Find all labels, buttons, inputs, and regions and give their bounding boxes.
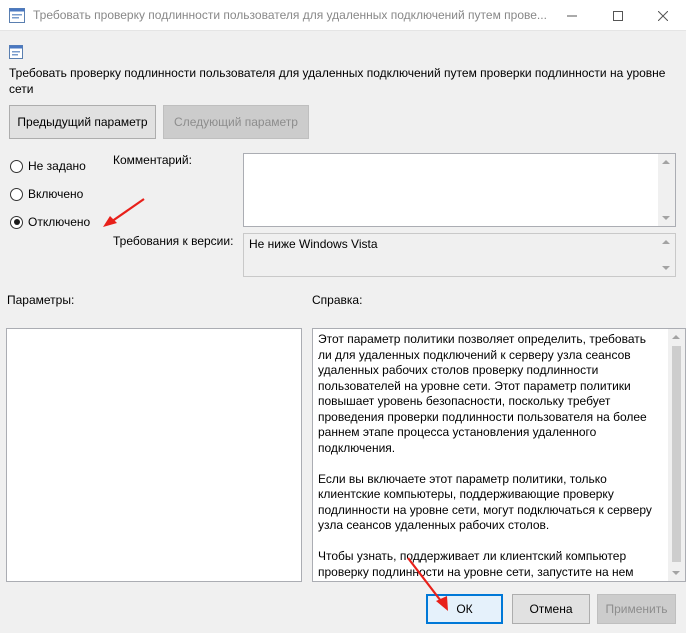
- radio-disabled[interactable]: Отключено: [10, 214, 90, 230]
- maximize-button[interactable]: [595, 0, 641, 31]
- cancel-button[interactable]: Отмена: [512, 594, 590, 624]
- maximize-icon: [613, 10, 623, 21]
- policy-title: Требовать проверку подлинности пользоват…: [9, 66, 666, 96]
- radio-label: Отключено: [28, 215, 91, 229]
- parameters-label: Параметры:: [7, 293, 75, 307]
- title-bar: Требовать проверку подлинности пользоват…: [0, 0, 686, 31]
- next-setting-button[interactable]: Следующий параметр: [163, 105, 309, 139]
- comment-label: Комментарий:: [113, 153, 192, 167]
- help-label: Справка:: [312, 293, 363, 307]
- radio-label: Не задано: [28, 159, 86, 173]
- annotation-arrow-icon: [103, 198, 145, 227]
- policy-setting-icon: [9, 45, 23, 59]
- scroll-down-icon[interactable]: [662, 266, 670, 270]
- comment-scrollbar[interactable]: [658, 154, 675, 226]
- apply-button[interactable]: Применить: [597, 594, 676, 624]
- help-text: Этот параметр политики позволяет определ…: [318, 332, 652, 579]
- radio-not-configured[interactable]: Не задано: [10, 158, 86, 174]
- radio-button[interactable]: [10, 159, 23, 173]
- help-panel: Этот параметр политики позволяет определ…: [312, 328, 686, 582]
- scroll-up-icon[interactable]: [662, 160, 670, 164]
- close-button[interactable]: [640, 0, 686, 31]
- scroll-down-icon[interactable]: [662, 216, 670, 220]
- ok-button[interactable]: ОК: [426, 594, 503, 624]
- radio-label: Включено: [28, 187, 84, 201]
- minimize-button[interactable]: [549, 0, 595, 31]
- radio-button[interactable]: [10, 187, 23, 201]
- window-title: Требовать проверку подлинности пользоват…: [33, 8, 547, 22]
- parameters-panel: [6, 328, 302, 582]
- version-label: Требования к версии:: [113, 234, 234, 248]
- minimize-icon: [567, 15, 577, 16]
- scroll-up-icon[interactable]: [662, 240, 670, 244]
- scroll-thumb[interactable]: [672, 346, 681, 562]
- scroll-up-icon[interactable]: [672, 335, 680, 339]
- comment-textarea[interactable]: [243, 153, 676, 227]
- radio-button-selected[interactable]: [10, 215, 23, 229]
- policy-window-icon: [9, 8, 25, 23]
- close-icon: [658, 10, 668, 21]
- version-field: Не ниже Windows Vista: [243, 233, 676, 277]
- version-scrollbar[interactable]: [658, 234, 675, 276]
- scroll-down-icon[interactable]: [672, 571, 680, 575]
- previous-setting-button[interactable]: Предыдущий параметр: [9, 105, 156, 139]
- version-value: Не ниже Windows Vista: [249, 237, 378, 251]
- help-scrollbar[interactable]: [668, 329, 685, 581]
- radio-enabled[interactable]: Включено: [10, 186, 83, 202]
